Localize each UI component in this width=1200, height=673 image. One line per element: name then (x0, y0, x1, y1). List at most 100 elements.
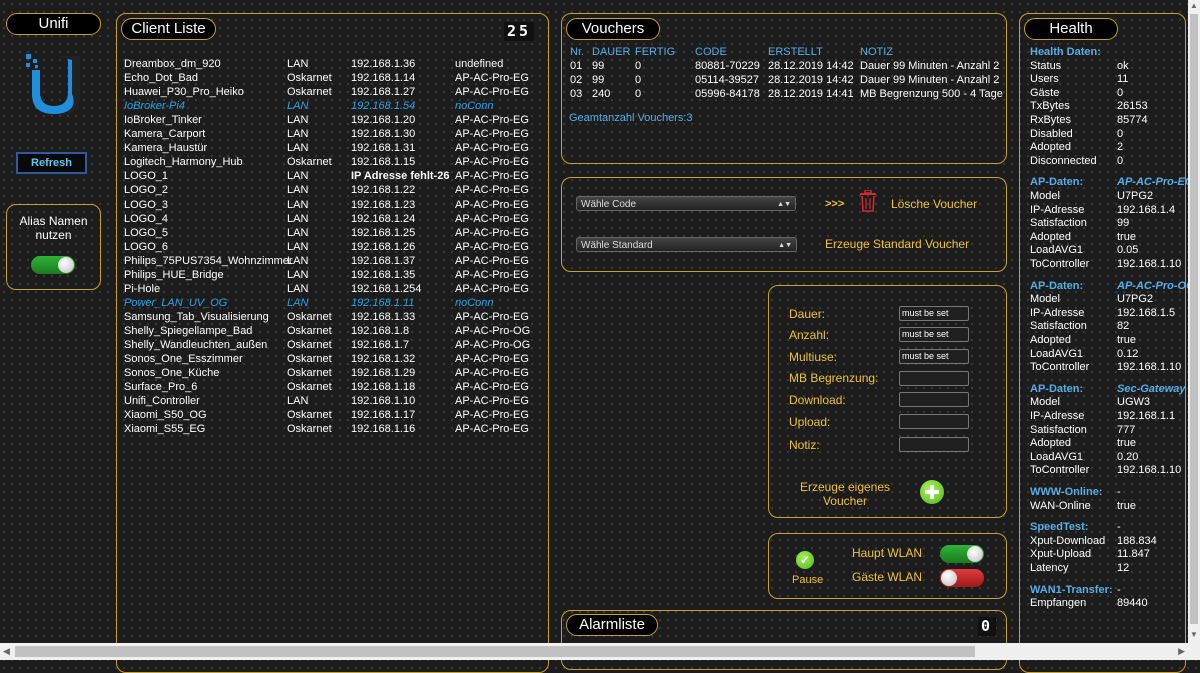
multiuse-input[interactable]: must be set (899, 349, 969, 364)
gaeste-wlan-toggle[interactable] (940, 569, 984, 587)
pause-check-icon[interactable]: ✓ (796, 551, 814, 569)
scroll-up-arrow-icon[interactable]: ▲ (1190, 1, 1198, 10)
health-value: 192.168.1.5 (1117, 306, 1176, 319)
client-ap: AP-AC-Pro-EG (455, 184, 529, 197)
voucher-code: 05996-84178 (695, 88, 760, 100)
health-key: Gäste (1030, 86, 1060, 99)
create-own-voucher-label: Erzeuge eigenes Voucher (785, 480, 905, 508)
client-ip: 192.168.1.29 (351, 367, 416, 380)
health-value: true (1117, 334, 1136, 346)
dauer-input[interactable]: must be set (899, 306, 969, 321)
select-arrow-icon: ▲▼ (778, 242, 792, 249)
client-network: LAN (287, 184, 309, 197)
client-ip: 192.168.1.27 (351, 86, 416, 99)
client-ip: 192.168.1.35 (351, 268, 416, 281)
client-network: LAN (287, 58, 309, 70)
vertical-scroll-thumb[interactable] (1190, 14, 1198, 624)
multiuse-label: Multiuse: (789, 350, 838, 364)
health-key: Health Daten: (1030, 46, 1101, 58)
refresh-button-label: Refresh (31, 157, 72, 169)
health-key: Adopted (1030, 437, 1071, 450)
horizontal-scrollbar[interactable]: ◀ ▶ (0, 643, 1188, 660)
health-value: 99 (1117, 217, 1130, 230)
select-code-value: Wähle Code (581, 199, 637, 210)
alias-toggle-knob (58, 257, 74, 273)
voucher-fertig: 0 (635, 88, 642, 100)
alias-label-line2: nutzen (35, 228, 72, 242)
voucher-notiz: Dauer 99 Minuten - Anzahl 2 (860, 60, 1000, 72)
add-voucher-icon[interactable] (920, 480, 944, 504)
client-ap: undefined (455, 58, 504, 70)
client-ap: AP-AC-Pro-OG (455, 324, 531, 337)
health-key: Xput-Download (1030, 534, 1106, 547)
client-name: IoBroker_Tinker (124, 114, 202, 127)
trash-icon[interactable] (859, 189, 877, 215)
health-value: - (1117, 486, 1121, 498)
scroll-left-arrow-icon[interactable]: ◀ (3, 646, 10, 657)
voucher-header-nr: Nr. (570, 46, 585, 58)
health-key: ToController (1030, 361, 1090, 374)
notiz-input[interactable] (899, 437, 969, 452)
health-key: ToController (1030, 258, 1090, 270)
voucher-code: 05114-39527 (695, 74, 760, 86)
client-network: Oskarnet (287, 86, 332, 99)
select-code-dropdown[interactable]: Wähle Code ▲▼ (576, 196, 796, 211)
client-network: LAN (287, 240, 309, 253)
client-name: Huawei_P30_Pro_Heiko (124, 86, 244, 99)
client-name: Samsung_Tab_Visualisierung (124, 310, 269, 323)
unifi-logo-icon (22, 50, 84, 118)
scroll-right-arrow-icon[interactable]: ▶ (1178, 646, 1185, 657)
health-key: LoadAVG1 (1030, 244, 1084, 257)
refresh-button[interactable]: Refresh (16, 152, 87, 174)
client-network: LAN (287, 282, 309, 295)
mb-begrenzung-label: MB Begrenzung: (789, 371, 879, 385)
haupt-wlan-label: Haupt WLAN (852, 546, 923, 560)
client-network: LAN (287, 254, 309, 267)
client-name: LOGO_4 (124, 212, 169, 225)
voucher-notiz: MB Begrenzung 500 - 4 Tage (860, 88, 1003, 100)
client-ap: AP-AC-Pro-EG (455, 310, 529, 323)
client-name: LOGO_2 (124, 184, 169, 197)
client-name: Philips_HUE_Bridge (124, 268, 224, 281)
client-network: Oskarnet (287, 409, 332, 422)
health-value: 12 (1117, 562, 1130, 574)
select-standard-dropdown[interactable]: Wähle Standard ▲▼ (576, 237, 797, 252)
client-ip: 192.168.1.7 (351, 339, 410, 351)
client-network: Oskarnet (287, 367, 332, 380)
health-key: Adopted (1030, 334, 1071, 346)
mb-begrenzung-input[interactable] (899, 371, 969, 386)
client-ap: AP-AC-Pro-EG (455, 395, 529, 408)
voucher-fertig: 0 (635, 60, 642, 72)
vouchers-title-text: Vouchers (581, 20, 645, 37)
alias-toggle[interactable] (31, 256, 75, 274)
select-arrow-icon: ▲▼ (777, 201, 791, 208)
scroll-down-arrow-icon[interactable]: ▼ (1190, 630, 1198, 639)
client-name: Xiaomi_S55_EG (124, 423, 206, 436)
vertical-scrollbar[interactable]: ▲ ▼ (1188, 0, 1200, 660)
client-ap: AP-AC-Pro-EG (455, 128, 529, 141)
health-value: 192.168.1.10 (1117, 464, 1182, 477)
client-ip: 192.168.1.30 (351, 128, 416, 141)
delete-voucher-button[interactable]: Lösche Voucher (891, 197, 977, 211)
client-ap: AP-AC-Pro-EG (455, 226, 529, 239)
health-key: IP-Adresse (1030, 410, 1085, 422)
create-standard-voucher-button[interactable]: Erzeuge Standard Voucher (825, 237, 969, 251)
health-key: Satisfaction (1030, 423, 1087, 436)
client-network: Oskarnet (287, 156, 332, 169)
horizontal-scroll-thumb[interactable] (15, 646, 975, 657)
haupt-wlan-knob (967, 546, 983, 562)
client-ap: noConn (455, 296, 494, 309)
client-ap: AP-AC-Pro-EG (455, 114, 529, 127)
client-network: Oskarnet (287, 423, 332, 436)
client-ap: AP-AC-Pro-EG (455, 86, 529, 99)
voucher-header-fertig: FERTIG (635, 46, 676, 58)
voucher-header-notiz: NOTIZ (860, 46, 893, 58)
download-input[interactable] (899, 392, 969, 407)
health-key: WAN1-Transfer: (1030, 583, 1113, 596)
client-ap: AP-AC-Pro-EG (455, 268, 529, 281)
upload-input[interactable] (899, 414, 969, 429)
haupt-wlan-toggle[interactable] (940, 545, 984, 563)
sidebar-title: Unifi (6, 13, 101, 35)
plus-v (930, 485, 934, 499)
anzahl-input[interactable]: must be set (899, 327, 969, 342)
